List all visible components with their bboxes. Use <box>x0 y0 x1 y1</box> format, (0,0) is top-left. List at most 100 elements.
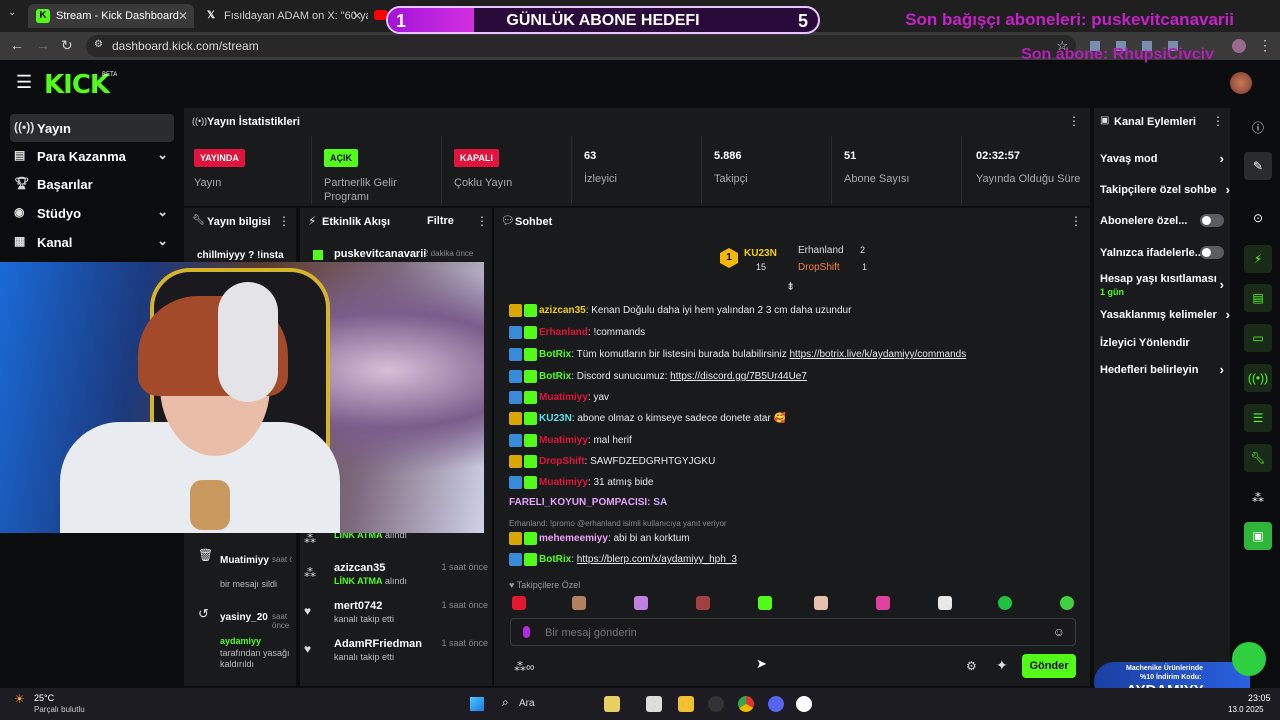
forward-icon[interactable]: → <box>36 37 50 53</box>
emote[interactable] <box>876 596 890 610</box>
chat-username[interactable]: DropShift <box>539 456 585 467</box>
action-account-age[interactable]: Hesap yaşı kısıtlaması › 1 gün <box>1100 273 1224 297</box>
nav-item-kanal[interactable]: ▦ Kanal ⌄ <box>10 228 174 256</box>
chat-username[interactable]: Muatimiyy <box>539 477 588 488</box>
pin-icon[interactable]: ⇟ <box>786 280 795 293</box>
green-app-icon[interactable]: ▣ <box>1244 522 1272 550</box>
url-field[interactable]: ⚙ dashboard.kick.com/stream ☆ <box>86 35 1076 57</box>
more-options-icon[interactable]: ⋮ <box>278 214 290 228</box>
obs-icon[interactable] <box>708 696 724 712</box>
site-info-icon[interactable]: ⚙ <box>94 39 103 50</box>
taskbar-search[interactable]: Ara <box>519 698 535 709</box>
wrench-icon[interactable]: 🔧︎ <box>1244 444 1272 472</box>
app-icon[interactable] <box>796 696 812 712</box>
kick-points-icon[interactable]: ✦ <box>996 657 1008 674</box>
chat-username[interactable]: Muatimiyy <box>539 435 588 446</box>
stat-label: Takipçi <box>714 173 748 185</box>
emotes-only-toggle[interactable] <box>1200 246 1224 259</box>
chat-input[interactable]: ☺ <box>510 618 1076 646</box>
lightning-icon[interactable]: ⚡︎ <box>1244 245 1272 273</box>
close-tab-icon[interactable]: ✕ <box>352 9 362 23</box>
list-icon[interactable]: ☰ <box>1244 404 1272 432</box>
kick-logo[interactable]: KICK <box>44 70 110 100</box>
action-banned-words[interactable]: Yasaklanmış kelimeler › <box>1100 307 1230 322</box>
nav-item-para-kazanma[interactable]: ▤ Para Kazanma ⌄ <box>10 142 174 170</box>
chat-link[interactable]: https://discord.gg/7B5Ur44Ue7 <box>670 371 807 382</box>
chat-username[interactable]: mehemeemiyy <box>539 533 608 544</box>
edit-icon[interactable]: ✎ <box>1244 152 1272 180</box>
chat-link[interactable]: https://blerp.com/x/aydamiyy_hph_3 <box>577 554 737 565</box>
settings-gear-icon[interactable]: ⚙ <box>966 659 977 673</box>
nav-item-basarilar[interactable]: 🏆︎ Başarılar <box>10 170 174 198</box>
action-emotes-only[interactable]: Yalnızca ifadelerle... <box>1100 246 1224 259</box>
discord-icon[interactable] <box>768 696 784 712</box>
nav-item-studyo[interactable]: ◉ Stüdyo ⌄ <box>10 199 174 227</box>
kick-points-icon[interactable]: ⁂ <box>1244 484 1272 512</box>
info-icon[interactable]: ⓘ <box>1244 114 1272 142</box>
camera-icon[interactable]: ⊙ <box>1244 204 1272 232</box>
file-explorer-icon[interactable] <box>678 696 694 712</box>
profile-avatar-icon[interactable] <box>1232 39 1246 53</box>
emote[interactable] <box>696 596 710 610</box>
stat-label: Çoklu Yayın <box>454 177 513 189</box>
browser-menu-icon[interactable]: ⋮ <box>1258 37 1272 54</box>
emote[interactable] <box>758 596 772 610</box>
tab-kick-dashboard[interactable]: K Stream - Kick Dashboard ✕ <box>28 4 194 28</box>
emote[interactable] <box>572 596 586 610</box>
send-button[interactable]: Gönder <box>1022 654 1076 678</box>
kick-points-icon[interactable]: ⁂∞ <box>514 660 535 674</box>
back-icon[interactable]: ← <box>10 37 24 53</box>
more-options-icon[interactable]: ⋮ <box>476 214 488 228</box>
chat-username[interactable]: BotRix <box>539 371 571 382</box>
chat-username[interactable]: FARELI_KOYUN_POMPACISI <box>509 497 647 508</box>
badge-icon <box>509 304 522 317</box>
green-chat-bubble-icon[interactable] <box>1232 642 1266 676</box>
chat-username[interactable]: BotRix <box>539 554 571 565</box>
emote[interactable] <box>938 596 952 610</box>
chrome-icon[interactable] <box>738 696 754 712</box>
chat-username[interactable]: azizcan35 <box>539 305 586 316</box>
broadcast-icon[interactable]: ((•)) <box>1244 364 1272 392</box>
more-options-icon[interactable]: ⋮ <box>1212 114 1224 128</box>
tab-list-icon[interactable]: ⌄ <box>8 7 16 18</box>
chat-username[interactable]: KU23N <box>539 413 572 424</box>
tab-x-post[interactable]: 𝕏 Fısıldayan ADAM on X: "60 yaşınd ✕ <box>196 4 368 28</box>
action-raid[interactable]: İzleyici Yönlendir <box>1100 337 1224 349</box>
emote[interactable] <box>998 596 1012 610</box>
chat-link[interactable]: https://botrix.live/k/aydamiyy/commands <box>789 349 966 360</box>
chat-bubble-icon[interactable]: ▭ <box>1244 324 1272 352</box>
more-options-icon[interactable]: ⋮ <box>1068 114 1080 128</box>
action-followers-only[interactable]: Takipçilere özel sohbe › <box>1100 182 1230 197</box>
search-icon[interactable]: ⌕ <box>502 695 509 710</box>
chat-username[interactable]: BotRix <box>539 349 571 360</box>
chat-username[interactable]: Erhanland <box>539 327 588 338</box>
microphone-icon[interactable] <box>523 626 530 638</box>
start-icon[interactable] <box>470 697 484 711</box>
hamburger-menu-icon[interactable]: ☰ <box>16 72 32 93</box>
gift-icon <box>313 250 323 260</box>
user-avatar[interactable] <box>1230 72 1252 94</box>
more-options-icon[interactable]: ⋮ <box>1070 214 1082 228</box>
emote[interactable] <box>1060 596 1074 610</box>
chat-message: Erhanland: !promo @erhanland isimli kull… <box>509 519 727 550</box>
emoji-icon[interactable]: ☺ <box>1053 625 1065 639</box>
task-view-icon[interactable] <box>646 696 662 712</box>
weather-text: Parçalı bulutlu <box>34 705 85 714</box>
heart-icon: ♥ <box>304 642 312 656</box>
close-tab-icon[interactable]: ✕ <box>178 9 188 23</box>
activity-title: Etkinlik Akışı <box>322 216 391 228</box>
chat-username[interactable]: Muatimiyy <box>539 392 588 403</box>
emote[interactable] <box>634 596 648 610</box>
action-set-goals[interactable]: Hedefleri belirleyin › <box>1100 362 1224 377</box>
action-slow-mode[interactable]: Yavaş mod › <box>1100 151 1224 166</box>
filter-button[interactable]: Filtre <box>427 215 454 227</box>
emote[interactable] <box>814 596 828 610</box>
nav-item-yayin[interactable]: ((•)) Yayın <box>10 114 174 142</box>
action-subscribers-only[interactable]: Abonelere özel... <box>1100 214 1224 227</box>
widgets-icon[interactable] <box>604 696 620 712</box>
chat-message-field[interactable] <box>545 624 1025 642</box>
reload-icon[interactable]: ↻ <box>61 37 73 54</box>
subscribers-only-toggle[interactable] <box>1200 214 1224 227</box>
clipboard-icon[interactable]: ▤ <box>1244 284 1272 312</box>
emote[interactable] <box>512 596 526 610</box>
